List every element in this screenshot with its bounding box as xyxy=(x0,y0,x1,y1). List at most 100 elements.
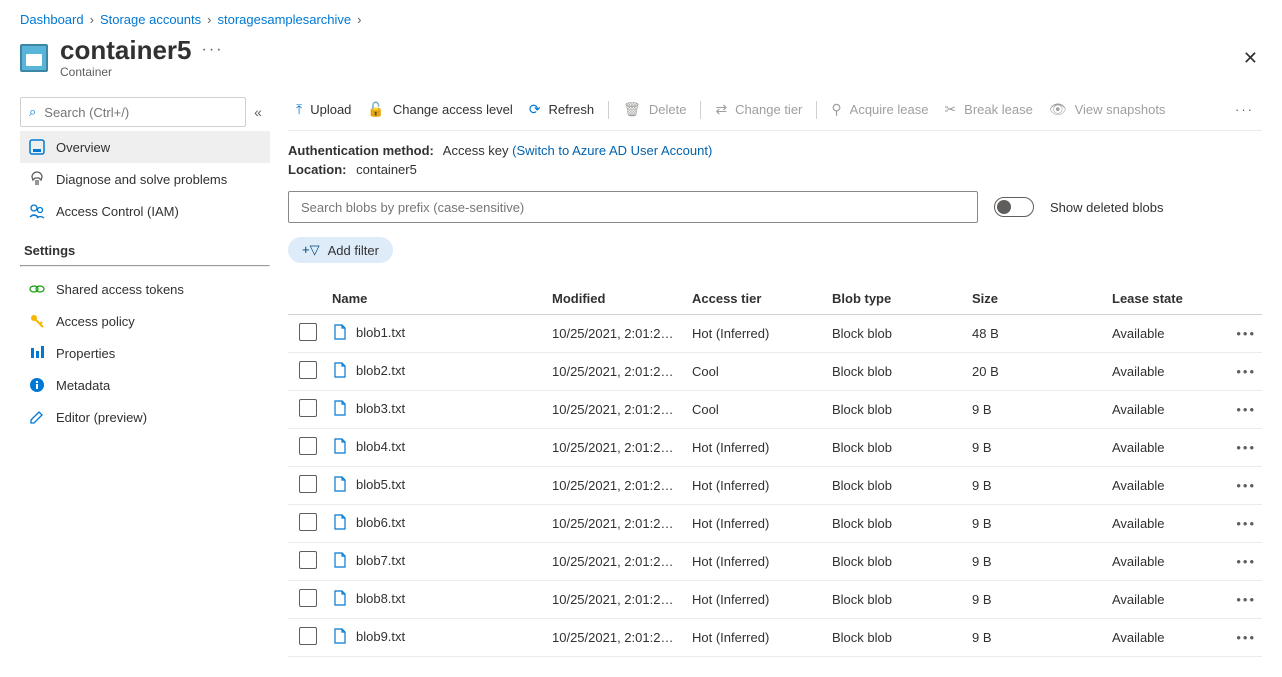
chevron-right-icon: › xyxy=(207,12,211,27)
blob-search-input[interactable] xyxy=(299,199,967,216)
type-cell: Block blob xyxy=(826,353,966,391)
row-more-button[interactable]: ••• xyxy=(1226,581,1262,619)
sidebar-item-diagnose[interactable]: Diagnose and solve problems xyxy=(20,163,270,195)
row-more-button[interactable]: ••• xyxy=(1226,429,1262,467)
blob-name-cell[interactable]: blob8.txt xyxy=(332,590,405,606)
col-lease[interactable]: Lease state xyxy=(1106,283,1226,315)
table-row[interactable]: blob3.txt10/25/2021, 2:01:25 ...CoolBloc… xyxy=(288,391,1262,429)
show-deleted-toggle[interactable] xyxy=(994,197,1034,217)
type-cell: Block blob xyxy=(826,505,966,543)
sidebar-item-overview[interactable]: Overview xyxy=(20,131,270,163)
sidebar-item-props[interactable]: Properties xyxy=(20,337,270,369)
breadcrumb-link[interactable]: Dashboard xyxy=(20,12,84,27)
row-more-button[interactable]: ••• xyxy=(1226,315,1262,353)
row-more-button[interactable]: ••• xyxy=(1226,505,1262,543)
tier-cell: Hot (Inferred) xyxy=(686,315,826,353)
sidebar-item-label: Access policy xyxy=(56,314,135,329)
tier-cell: Hot (Inferred) xyxy=(686,505,826,543)
sidebar-item-sas[interactable]: Shared access tokens xyxy=(20,273,270,305)
table-row[interactable]: blob7.txt10/25/2021, 2:01:25 ...Hot (Inf… xyxy=(288,543,1262,581)
breadcrumb-link[interactable]: storagesamplesarchive xyxy=(217,12,351,27)
blob-name-cell[interactable]: blob6.txt xyxy=(332,514,405,530)
table-row[interactable]: blob1.txt 10/25/2021, 2:01:25 ...Hot (Inf… xyxy=(288,315,1262,353)
sidebar-item-iam[interactable]: Access Control (IAM) xyxy=(20,195,270,227)
size-cell: 9 B xyxy=(966,581,1106,619)
lease-cell: Available xyxy=(1106,315,1226,353)
row-checkbox[interactable] xyxy=(299,627,317,645)
blob-search[interactable] xyxy=(288,191,978,223)
row-checkbox[interactable] xyxy=(299,323,317,341)
blob-name-cell[interactable]: blob7.txt xyxy=(332,552,405,568)
break-lease-icon: ✂ xyxy=(944,101,956,118)
size-cell: 9 B xyxy=(966,543,1106,581)
lease-cell: Available xyxy=(1106,505,1226,543)
blob-name-cell[interactable]: blob3.txt xyxy=(332,400,405,416)
header-more-icon[interactable]: ··· xyxy=(202,41,224,59)
toolbar-more-button[interactable]: ··· xyxy=(1227,98,1262,121)
row-checkbox[interactable] xyxy=(299,589,317,607)
table-row[interactable]: blob8.txt 10/25/2021, 2:01:25 ...Hot (Inf… xyxy=(288,581,1262,619)
break-lease-button: ✂Break lease xyxy=(936,97,1040,122)
table-row[interactable]: blob6.txt10/25/2021, 2:01:26 ...Hot (Inf… xyxy=(288,505,1262,543)
size-cell: 9 B xyxy=(966,619,1106,657)
row-more-button[interactable]: ••• xyxy=(1226,467,1262,505)
delete-icon: 🗑 xyxy=(623,101,641,118)
col-size[interactable]: Size xyxy=(966,283,1106,315)
blob-name-cell[interactable]: blob2.txt xyxy=(332,362,405,378)
sidebar-item-key[interactable]: Access policy xyxy=(20,305,270,337)
row-checkbox[interactable] xyxy=(299,361,317,379)
blob-name-cell[interactable]: blob5.txt xyxy=(332,476,405,492)
table-row[interactable]: blob5.txt10/25/2021, 2:01:25 ...Hot (Inf… xyxy=(288,467,1262,505)
blob-name-cell[interactable]: blob4.txt xyxy=(332,438,405,454)
col-type[interactable]: Blob type xyxy=(826,283,966,315)
lock-icon: 🔓 xyxy=(367,101,384,118)
table-row[interactable]: blob2.txt10/25/2021, 2:01:25 ...CoolBloc… xyxy=(288,353,1262,391)
type-cell: Block blob xyxy=(826,429,966,467)
switch-auth-link[interactable]: (Switch to Azure AD User Account) xyxy=(512,143,712,158)
page-title: container5 xyxy=(60,37,192,63)
lease-cell: Available xyxy=(1106,619,1226,657)
info-icon xyxy=(28,376,46,394)
type-cell: Block blob xyxy=(826,581,966,619)
type-cell: Block blob xyxy=(826,315,966,353)
row-checkbox[interactable] xyxy=(299,475,317,493)
change-access-level-button[interactable]: 🔓Change access level xyxy=(359,97,520,122)
size-cell: 9 B xyxy=(966,391,1106,429)
row-more-button[interactable]: ••• xyxy=(1226,353,1262,391)
table-row[interactable]: blob9.txt10/25/2021, 2:01:25 ...Hot (Inf… xyxy=(288,619,1262,657)
sidebar-item-edit[interactable]: Editor (preview) xyxy=(20,401,270,433)
col-tier[interactable]: Access tier xyxy=(686,283,826,315)
sidebar-item-label: Access Control (IAM) xyxy=(56,204,179,219)
modified-cell: 10/25/2021, 2:01:25 ... xyxy=(546,353,686,391)
modified-cell: 10/25/2021, 2:01:25 ... xyxy=(546,315,686,353)
add-filter-button[interactable]: +▽ Add filter xyxy=(288,237,393,263)
sidebar-search[interactable]: ⌕ xyxy=(20,97,246,127)
row-more-button[interactable]: ••• xyxy=(1226,619,1262,657)
row-more-button[interactable]: ••• xyxy=(1226,543,1262,581)
row-checkbox[interactable] xyxy=(299,437,317,455)
refresh-button[interactable]: ⟳Refresh xyxy=(521,97,602,122)
tier-cell: Hot (Inferred) xyxy=(686,581,826,619)
chevron-right-icon: › xyxy=(357,12,361,27)
change-tier-icon: ⇄ xyxy=(715,101,727,118)
sidebar-item-info[interactable]: Metadata xyxy=(20,369,270,401)
row-checkbox[interactable] xyxy=(299,399,317,417)
row-checkbox[interactable] xyxy=(299,551,317,569)
diagnose-icon xyxy=(28,170,46,188)
close-button[interactable]: ✕ xyxy=(1239,44,1262,73)
col-modified[interactable]: Modified xyxy=(546,283,686,315)
overview-icon xyxy=(28,138,46,156)
collapse-sidebar-button[interactable]: « xyxy=(246,104,270,120)
row-checkbox[interactable] xyxy=(299,513,317,531)
blob-name-cell[interactable]: blob1.txt xyxy=(332,324,405,340)
col-name[interactable]: Name xyxy=(326,283,546,315)
modified-cell: 10/25/2021, 2:01:25 ... xyxy=(546,581,686,619)
row-more-button[interactable]: ••• xyxy=(1226,391,1262,429)
delete-button: 🗑Delete xyxy=(615,97,694,122)
acquire-lease-icon: ⚲ xyxy=(831,101,841,118)
sidebar-search-input[interactable] xyxy=(42,104,237,121)
blob-name-cell[interactable]: blob9.txt xyxy=(332,628,405,644)
upload-button[interactable]: ⤒Upload xyxy=(288,97,359,122)
table-row[interactable]: blob4.txt10/25/2021, 2:01:25 ...Hot (Inf… xyxy=(288,429,1262,467)
breadcrumb-link[interactable]: Storage accounts xyxy=(100,12,201,27)
